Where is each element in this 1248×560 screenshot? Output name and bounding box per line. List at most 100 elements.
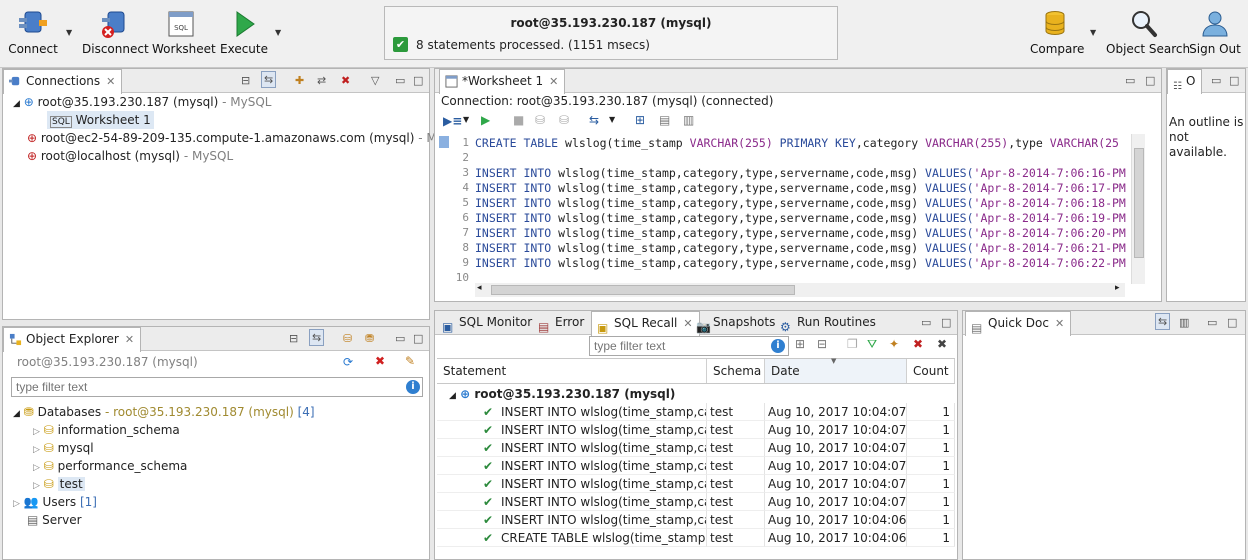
tab-error[interactable]: ▤ Error: [533, 311, 590, 335]
server-node[interactable]: ▤ Server: [27, 511, 82, 529]
close-icon[interactable]: ✕: [125, 333, 134, 346]
table-row[interactable]: ✔ INSERT INTO wlslog(time_stamp,categtest…: [437, 457, 955, 475]
remove-all-icon[interactable]: ✖: [937, 337, 947, 351]
minimize-icon[interactable]: ▭: [1211, 74, 1221, 87]
compare-dropdown-icon[interactable]: ▼: [1090, 28, 1096, 37]
tab-snapshots[interactable]: 📷 Snapshots: [691, 311, 781, 335]
sign-out-button[interactable]: Sign Out: [1188, 8, 1242, 56]
database-icon[interactable]: ⛃: [365, 332, 374, 345]
tab-object-explorer[interactable]: Object Explorer ✕: [3, 327, 142, 352]
worksheet-button[interactable]: SQL Worksheet: [152, 8, 216, 56]
column-header-schema[interactable]: Schema: [707, 359, 765, 383]
view-menu-icon[interactable]: ▽: [371, 74, 379, 87]
connection-item[interactable]: ⊕ root@localhost (mysql) - MySQL: [27, 147, 233, 165]
commit-icon[interactable]: ⛁: [535, 113, 545, 127]
new-connection-icon[interactable]: ✚: [295, 74, 304, 87]
collapse-all-icon[interactable]: ⊟: [241, 74, 250, 87]
vscroll-thumb[interactable]: [1134, 148, 1144, 258]
expand-all-icon[interactable]: ⊞: [795, 337, 805, 351]
expand-arrow-icon[interactable]: ◢: [449, 391, 456, 401]
run-icon[interactable]: ▶: [481, 113, 490, 127]
object-search-button[interactable]: Object Search: [1106, 8, 1190, 56]
close-icon[interactable]: ✕: [106, 75, 115, 88]
delete-icon[interactable]: ✖: [375, 354, 385, 368]
collapse-all-icon[interactable]: ⊟: [817, 337, 827, 351]
execute-button[interactable]: Execute: [220, 8, 268, 56]
users-node[interactable]: ▷ 👥 Users [1]: [13, 493, 97, 511]
maximize-icon[interactable]: □: [413, 74, 423, 87]
expand-arrow-icon[interactable]: ◢: [13, 409, 20, 419]
maximize-icon[interactable]: □: [1229, 74, 1239, 87]
results-icon[interactable]: ▤: [659, 113, 670, 127]
minimize-icon[interactable]: ▭: [1207, 316, 1217, 329]
filter-icon[interactable]: ⛛: [867, 337, 877, 352]
edit-icon[interactable]: ✎: [405, 354, 415, 368]
collapsed-arrow-icon[interactable]: ▷: [33, 445, 40, 455]
column-header-count[interactable]: Count: [907, 359, 955, 383]
link-editor-icon[interactable]: ⇆: [1155, 313, 1171, 330]
object-filter-input[interactable]: [11, 377, 423, 397]
minimize-icon[interactable]: ▭: [395, 74, 405, 87]
hscroll-thumb[interactable]: [491, 285, 795, 295]
rollback-icon[interactable]: ⛁: [559, 113, 569, 127]
filter-db-icon[interactable]: ⛁: [343, 332, 352, 345]
db-item[interactable]: ▷ ⛁ test: [33, 475, 85, 493]
connection-select-icon[interactable]: ⇆: [589, 113, 599, 127]
table-row[interactable]: ✔ INSERT INTO wlslog(time_stamp,categtest…: [437, 439, 955, 457]
info-icon[interactable]: i: [406, 380, 420, 394]
execute-dropdown-icon[interactable]: ▼: [463, 115, 469, 124]
close-icon[interactable]: ✕: [1055, 317, 1064, 330]
sql-editor[interactable]: 1 CREATE TABLE wlslog(time_stamp VARCHAR(…: [437, 134, 1145, 284]
format-icon[interactable]: ⊞: [635, 113, 645, 127]
connection-dropdown-icon[interactable]: ▼: [609, 115, 615, 124]
collapse-all-icon[interactable]: ⊟: [289, 332, 298, 345]
table-row[interactable]: ✔ INSERT INTO wlslog(time_stamp,categtest…: [437, 421, 955, 439]
maximize-icon[interactable]: □: [413, 332, 423, 345]
link-editor-icon[interactable]: ⇆: [261, 71, 277, 88]
info-icon[interactable]: i: [771, 339, 785, 353]
tab-run-routines[interactable]: ⚙ Run Routines: [775, 311, 882, 335]
connect-button[interactable]: Connect: [6, 8, 60, 56]
collapsed-arrow-icon[interactable]: ▷: [33, 481, 40, 491]
tab-quick-doc[interactable]: ▤ Quick Doc ✕: [965, 311, 1072, 336]
copy-icon[interactable]: ❐: [847, 337, 858, 351]
expand-arrow-icon[interactable]: ◢: [13, 99, 20, 109]
minimize-icon[interactable]: ▭: [395, 332, 405, 345]
tab-worksheet-1[interactable]: *Worksheet 1 ✕: [439, 69, 566, 94]
tab-sql-recall[interactable]: ▣ SQL Recall ✕: [591, 311, 700, 336]
connect-small-icon[interactable]: ⇄: [317, 74, 326, 87]
close-icon[interactable]: ✕: [549, 75, 558, 88]
disconnect-small-icon[interactable]: ✖: [341, 74, 350, 87]
maximize-icon[interactable]: □: [1227, 316, 1237, 329]
maximize-icon[interactable]: □: [941, 316, 951, 329]
connect-dropdown-icon[interactable]: ▼: [66, 28, 72, 37]
maximize-icon[interactable]: □: [1145, 74, 1155, 87]
tab-connections[interactable]: Connections ✕: [3, 69, 123, 94]
scroll-right-icon[interactable]: ▸: [1115, 283, 1120, 293]
editor-hscrollbar[interactable]: ◂ ▸: [475, 283, 1125, 297]
collapsed-arrow-icon[interactable]: ▷: [33, 427, 40, 437]
minimize-icon[interactable]: ▭: [921, 316, 931, 329]
table-row[interactable]: ✔ INSERT INTO wlslog(time_stamp,categtest…: [437, 511, 955, 529]
table-row[interactable]: ✔ INSERT INTO wlslog(time_stamp,categtest…: [437, 403, 955, 421]
table-row[interactable]: ✔ CREATE TABLE wlslog(time_stamp VARtestA…: [437, 529, 955, 547]
table-row[interactable]: ✔ INSERT INTO wlslog(time_stamp,categtest…: [437, 493, 955, 511]
minimize-icon[interactable]: ▭: [1125, 74, 1135, 87]
remove-icon[interactable]: ✖: [913, 337, 923, 351]
recall-group-row[interactable]: ◢ ⊕ root@35.193.230.187 (mysql): [449, 385, 675, 403]
execute-dropdown-icon[interactable]: ▼: [275, 28, 281, 37]
db-item[interactable]: ▷ ⛁ performance_schema: [33, 457, 187, 475]
refresh-icon[interactable]: ⟳: [343, 355, 353, 369]
link-editor-icon[interactable]: ⇆: [309, 329, 325, 346]
editor-vscrollbar[interactable]: [1131, 134, 1145, 284]
scroll-left-icon[interactable]: ◂: [477, 283, 482, 293]
worksheet-item[interactable]: SQL Worksheet 1: [47, 111, 154, 129]
table-row[interactable]: ✔ INSERT INTO wlslog(time_stamp,categtest…: [437, 475, 955, 493]
db-item[interactable]: ▷ ⛁ mysql: [33, 439, 94, 457]
stop-icon[interactable]: ■: [513, 113, 524, 127]
recall-filter-input[interactable]: [589, 336, 789, 356]
column-header-statement[interactable]: Statement: [437, 359, 707, 383]
collapsed-arrow-icon[interactable]: ▷: [33, 463, 40, 473]
compare-button[interactable]: Compare: [1030, 8, 1084, 56]
collapsed-arrow-icon[interactable]: ▷: [13, 499, 20, 509]
